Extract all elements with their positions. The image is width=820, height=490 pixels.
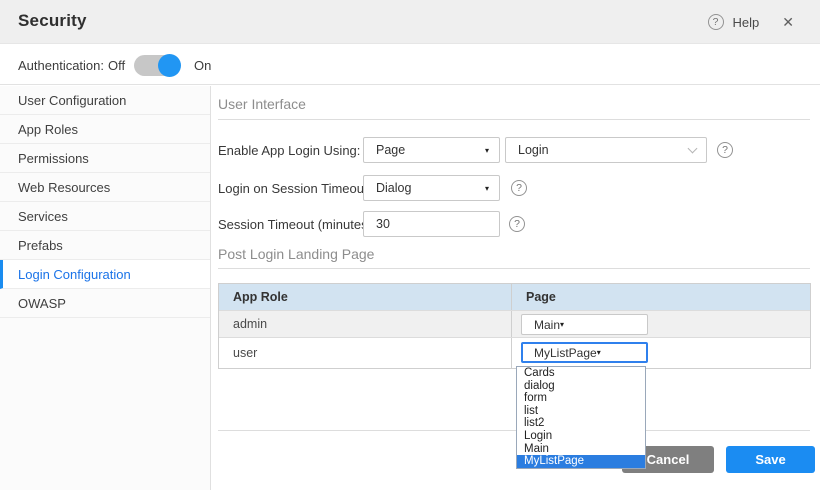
help-icon[interactable]: ?	[509, 216, 525, 232]
app-role-cell: admin	[219, 311, 512, 337]
help-icon[interactable]: ?	[708, 14, 724, 30]
sidebar-item-services[interactable]: Services	[0, 202, 210, 231]
column-header-page: Page	[512, 284, 810, 310]
authentication-label: Authentication:	[18, 58, 104, 73]
session-timeout-login-select[interactable]: Dialog ▾	[363, 175, 500, 201]
option-mylistpage[interactable]: MyListPage	[517, 455, 645, 468]
sidebar-item-user-configuration[interactable]: User Configuration	[0, 86, 210, 115]
login-configuration-panel: User Interface Enable App Login Using: P…	[211, 86, 820, 490]
page-options-dropdown: Cards dialog form list list2 Login Main …	[516, 366, 646, 469]
section-title-post-login: Post Login Landing Page	[218, 246, 374, 262]
caret-down-icon: ▾	[485, 146, 489, 155]
save-button[interactable]: Save	[726, 446, 815, 473]
toggle-thumb	[158, 54, 181, 77]
sidebar-item-web-resources[interactable]: Web Resources	[0, 173, 210, 202]
divider	[218, 268, 810, 269]
sidebar-item-owasp[interactable]: OWASP	[0, 289, 210, 318]
sidebar-item-prefabs[interactable]: Prefabs	[0, 231, 210, 260]
session-timeout-minutes-label: Session Timeout (minutes):	[218, 217, 376, 232]
authentication-toggle[interactable]	[134, 55, 180, 76]
option-list[interactable]: list	[517, 405, 645, 418]
toggle-on-label: On	[194, 58, 211, 73]
option-login[interactable]: Login	[517, 430, 645, 443]
session-timeout-login-label: Login on Session Timeout:	[218, 181, 371, 196]
option-dialog[interactable]: dialog	[517, 380, 645, 393]
divider	[218, 430, 810, 431]
table-header-row: App Role Page	[219, 284, 810, 310]
table-row: admin Main ▾	[219, 310, 810, 337]
user-page-value: MyListPage	[534, 346, 597, 360]
app-login-type-value: Page	[376, 143, 485, 157]
close-icon[interactable]: ✕	[782, 14, 794, 31]
user-page-select[interactable]: MyListPage ▾	[521, 342, 648, 363]
help-link[interactable]: Help	[733, 15, 760, 30]
sidebar-item-permissions[interactable]: Permissions	[0, 144, 210, 173]
column-header-app-role: App Role	[219, 284, 512, 310]
authentication-bar: Authentication: Off On	[0, 45, 820, 85]
caret-down-icon: ▾	[597, 348, 601, 357]
option-cards[interactable]: Cards	[517, 367, 645, 380]
app-login-type-select[interactable]: Page ▾	[363, 137, 500, 163]
settings-sidebar: User Configuration App Roles Permissions…	[0, 86, 211, 490]
app-role-cell: user	[219, 338, 512, 368]
toggle-off-label: Off	[108, 58, 125, 73]
caret-down-icon: ▾	[560, 320, 564, 329]
section-title-user-interface: User Interface	[218, 96, 306, 112]
chevron-down-icon	[688, 144, 698, 154]
enable-app-login-label: Enable App Login Using:	[218, 143, 360, 158]
divider	[218, 119, 810, 120]
login-page-value: Login	[518, 143, 689, 157]
page-cell: Main ▾	[512, 311, 810, 337]
help-icon[interactable]: ?	[717, 142, 733, 158]
page-cell: MyListPage ▾	[512, 338, 810, 368]
sidebar-item-app-roles[interactable]: App Roles	[0, 115, 210, 144]
table-row: user MyListPage ▾	[219, 337, 810, 368]
session-timeout-login-value: Dialog	[376, 181, 485, 195]
sidebar-item-login-configuration[interactable]: Login Configuration	[0, 260, 210, 289]
login-page-select[interactable]: Login	[505, 137, 707, 163]
option-list2[interactable]: list2	[517, 417, 645, 430]
option-main[interactable]: Main	[517, 443, 645, 456]
header-actions: ? Help ✕	[708, 0, 794, 44]
post-login-table: App Role Page admin Main ▾ user MyListPa…	[218, 283, 811, 369]
help-icon[interactable]: ?	[511, 180, 527, 196]
admin-page-select[interactable]: Main ▾	[521, 314, 648, 335]
caret-down-icon: ▾	[485, 184, 489, 193]
option-form[interactable]: form	[517, 392, 645, 405]
session-timeout-input[interactable]	[363, 211, 500, 237]
page-title: Security	[18, 11, 87, 31]
title-bar: Security ? Help ✕	[0, 0, 820, 44]
admin-page-value: Main	[534, 318, 560, 332]
